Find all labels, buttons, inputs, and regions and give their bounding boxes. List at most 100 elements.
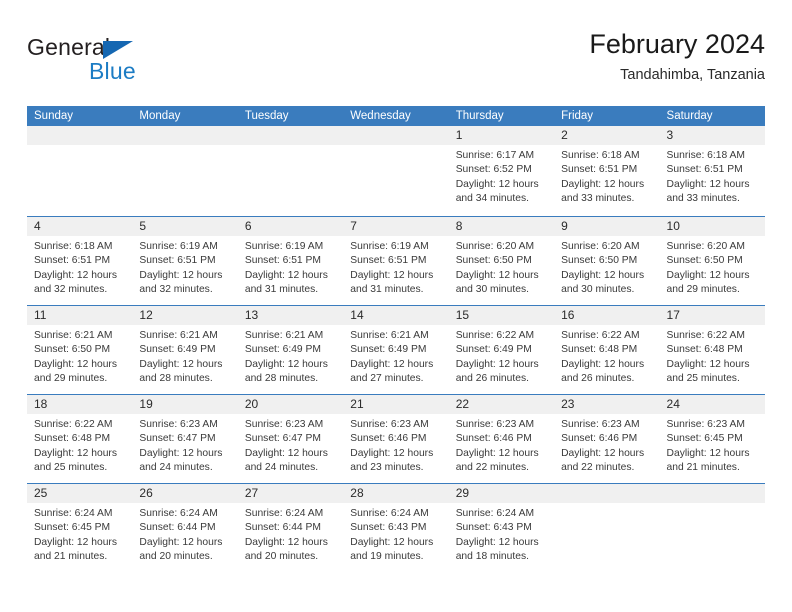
day-cell[interactable]: 28 Sunrise: 6:24 AM Sunset: 6:43 PM Dayl… <box>343 484 449 562</box>
day-cell[interactable]: 26 Sunrise: 6:24 AM Sunset: 6:44 PM Dayl… <box>132 484 238 562</box>
day-cell[interactable]: 1 Sunrise: 6:17 AM Sunset: 6:52 PM Dayli… <box>448 126 555 216</box>
day-cell[interactable]: 29 Sunrise: 6:24 AM Sunset: 6:43 PM Dayl… <box>448 484 555 562</box>
day-cell[interactable]: 16 Sunrise: 6:22 AM Sunset: 6:48 PM Dayl… <box>554 306 660 394</box>
day-number: 20 <box>237 395 344 414</box>
calendar-grid: Sunday Monday Tuesday Wednesday Thursday… <box>27 106 765 562</box>
day-details: Sunrise: 6:23 AM Sunset: 6:46 PM Dayligh… <box>343 414 448 476</box>
day-cell[interactable]: 12 Sunrise: 6:21 AM Sunset: 6:49 PM Dayl… <box>132 306 238 394</box>
day-cell[interactable]: 22 Sunrise: 6:23 AM Sunset: 6:46 PM Dayl… <box>448 395 555 483</box>
day-cell[interactable]: 17 Sunrise: 6:22 AM Sunset: 6:48 PM Dayl… <box>659 306 765 394</box>
sunset-text: Sunset: 6:48 PM <box>34 433 111 445</box>
sunset-text: Sunset: 6:50 PM <box>561 255 638 267</box>
daylight-text-line1: Daylight: 12 hours <box>350 358 434 370</box>
daylight-text-line1: Daylight: 12 hours <box>666 358 750 370</box>
day-cell[interactable]: 3 Sunrise: 6:18 AM Sunset: 6:51 PM Dayli… <box>659 126 765 216</box>
day-details: Sunrise: 6:19 AM Sunset: 6:51 PM Dayligh… <box>343 236 448 298</box>
sunset-text: Sunset: 6:51 PM <box>34 255 111 267</box>
sunrise-text: Sunrise: 6:24 AM <box>455 508 535 519</box>
day-number: 5 <box>132 217 238 236</box>
daylight-text-line1: Daylight: 12 hours <box>455 269 539 281</box>
logo-text-blue: Blue <box>89 58 136 84</box>
day-cell[interactable]: 2 Sunrise: 6:18 AM Sunset: 6:51 PM Dayli… <box>554 126 660 216</box>
sunrise-text: Sunrise: 6:21 AM <box>139 330 218 341</box>
daylight-text-line1: Daylight: 12 hours <box>34 447 117 459</box>
day-cell[interactable]: 15 Sunrise: 6:22 AM Sunset: 6:49 PM Dayl… <box>448 306 555 394</box>
day-cell[interactable]: 9 Sunrise: 6:20 AM Sunset: 6:50 PM Dayli… <box>554 217 660 305</box>
day-details: Sunrise: 6:18 AM Sunset: 6:51 PM Dayligh… <box>660 145 765 207</box>
day-cell[interactable]: 5 Sunrise: 6:19 AM Sunset: 6:51 PM Dayli… <box>132 217 238 305</box>
day-details: Sunrise: 6:21 AM Sunset: 6:50 PM Dayligh… <box>27 325 132 387</box>
sunset-text: Sunset: 6:43 PM <box>455 522 532 534</box>
weekday-sunday: Sunday <box>34 110 74 122</box>
daylight-text-line1: Daylight: 12 hours <box>455 536 539 548</box>
week-row: 4 Sunrise: 6:18 AM Sunset: 6:51 PM Dayli… <box>27 216 765 305</box>
sunrise-text: Sunrise: 6:20 AM <box>666 241 745 252</box>
sunset-text: Sunset: 6:44 PM <box>244 522 321 534</box>
day-details: Sunrise: 6:24 AM Sunset: 6:44 PM Dayligh… <box>132 503 237 565</box>
day-cell[interactable]: 11 Sunrise: 6:21 AM Sunset: 6:50 PM Dayl… <box>27 306 133 394</box>
sunset-text: Sunset: 6:45 PM <box>666 433 743 445</box>
day-cell[interactable]: 19 Sunrise: 6:23 AM Sunset: 6:47 PM Dayl… <box>132 395 238 483</box>
day-cell[interactable]: 24 Sunrise: 6:23 AM Sunset: 6:45 PM Dayl… <box>659 395 765 483</box>
day-number: 10 <box>659 217 765 236</box>
sunrise-text: Sunrise: 6:23 AM <box>350 419 429 430</box>
day-cell[interactable]: 27 Sunrise: 6:24 AM Sunset: 6:44 PM Dayl… <box>237 484 344 562</box>
day-details: Sunrise: 6:20 AM Sunset: 6:50 PM Dayligh… <box>660 236 765 298</box>
day-number: 6 <box>237 217 344 236</box>
day-cell[interactable]: 8 Sunrise: 6:20 AM Sunset: 6:50 PM Dayli… <box>448 217 555 305</box>
day-number <box>27 126 133 145</box>
daylight-text-line2: and 26 minutes. <box>455 373 529 385</box>
day-cell[interactable]: 6 Sunrise: 6:19 AM Sunset: 6:51 PM Dayli… <box>237 217 344 305</box>
day-number: 17 <box>659 306 765 325</box>
daylight-text-line2: and 27 minutes. <box>350 373 424 385</box>
day-details: Sunrise: 6:20 AM Sunset: 6:50 PM Dayligh… <box>449 236 554 298</box>
daylight-text-line2: and 24 minutes. <box>139 462 213 474</box>
day-details: Sunrise: 6:21 AM Sunset: 6:49 PM Dayligh… <box>238 325 343 387</box>
day-cell[interactable]: 13 Sunrise: 6:21 AM Sunset: 6:49 PM Dayl… <box>237 306 344 394</box>
day-number: 15 <box>448 306 555 325</box>
day-details: Sunrise: 6:22 AM Sunset: 6:48 PM Dayligh… <box>27 414 132 476</box>
day-number: 26 <box>132 484 238 503</box>
sunrise-text: Sunrise: 6:18 AM <box>666 150 745 161</box>
sunset-text: Sunset: 6:45 PM <box>34 522 111 534</box>
day-cell[interactable]: 18 Sunrise: 6:22 AM Sunset: 6:48 PM Dayl… <box>27 395 133 483</box>
sunrise-text: Sunrise: 6:18 AM <box>561 150 640 161</box>
day-cell[interactable]: 21 Sunrise: 6:23 AM Sunset: 6:46 PM Dayl… <box>343 395 449 483</box>
sunrise-text: Sunrise: 6:23 AM <box>455 419 535 430</box>
daylight-text-line1: Daylight: 12 hours <box>561 269 645 281</box>
day-number: 3 <box>659 126 765 145</box>
daylight-text-line2: and 21 minutes. <box>666 462 740 474</box>
daylight-text-line1: Daylight: 12 hours <box>666 269 750 281</box>
daylight-text-line2: and 23 minutes. <box>350 462 424 474</box>
day-cell[interactable]: 25 Sunrise: 6:24 AM Sunset: 6:45 PM Dayl… <box>27 484 133 562</box>
day-cell[interactable]: 23 Sunrise: 6:23 AM Sunset: 6:46 PM Dayl… <box>554 395 660 483</box>
day-cell[interactable]: 7 Sunrise: 6:19 AM Sunset: 6:51 PM Dayli… <box>343 217 449 305</box>
day-details: Sunrise: 6:18 AM Sunset: 6:51 PM Dayligh… <box>27 236 132 298</box>
sunrise-text: Sunrise: 6:24 AM <box>139 508 218 519</box>
day-cell[interactable]: 10 Sunrise: 6:20 AM Sunset: 6:50 PM Dayl… <box>659 217 765 305</box>
day-cell[interactable]: 20 Sunrise: 6:23 AM Sunset: 6:47 PM Dayl… <box>237 395 344 483</box>
daylight-text-line1: Daylight: 12 hours <box>455 358 539 370</box>
day-cell[interactable]: 4 Sunrise: 6:18 AM Sunset: 6:51 PM Dayli… <box>27 217 133 305</box>
calendar-page: General Blue February 2024 Tandahimba, T… <box>0 0 792 612</box>
logo[interactable]: General Blue <box>27 34 257 90</box>
sunrise-text: Sunrise: 6:24 AM <box>350 508 429 519</box>
daylight-text-line2: and 25 minutes. <box>666 373 740 385</box>
day-number: 7 <box>343 217 449 236</box>
daylight-text-line2: and 30 minutes. <box>455 284 529 296</box>
day-cell <box>132 126 238 216</box>
sunset-text: Sunset: 6:51 PM <box>561 164 638 176</box>
logo-text-general: General <box>27 34 111 60</box>
day-details: Sunrise: 6:21 AM Sunset: 6:49 PM Dayligh… <box>132 325 237 387</box>
day-cell[interactable]: 14 Sunrise: 6:21 AM Sunset: 6:49 PM Dayl… <box>343 306 449 394</box>
day-number: 27 <box>237 484 344 503</box>
weekday-header-row: Sunday Monday Tuesday Wednesday Thursday… <box>27 106 765 126</box>
sunset-text: Sunset: 6:48 PM <box>666 344 743 356</box>
daylight-text-line2: and 29 minutes. <box>666 284 740 296</box>
daylight-text-line1: Daylight: 12 hours <box>666 447 750 459</box>
daylight-text-line2: and 31 minutes. <box>244 284 319 296</box>
weekday-wednesday: Wednesday <box>350 110 411 122</box>
daylight-text-line1: Daylight: 12 hours <box>561 178 645 190</box>
daylight-text-line2: and 30 minutes. <box>561 284 635 296</box>
daylight-text-line1: Daylight: 12 hours <box>244 447 328 459</box>
